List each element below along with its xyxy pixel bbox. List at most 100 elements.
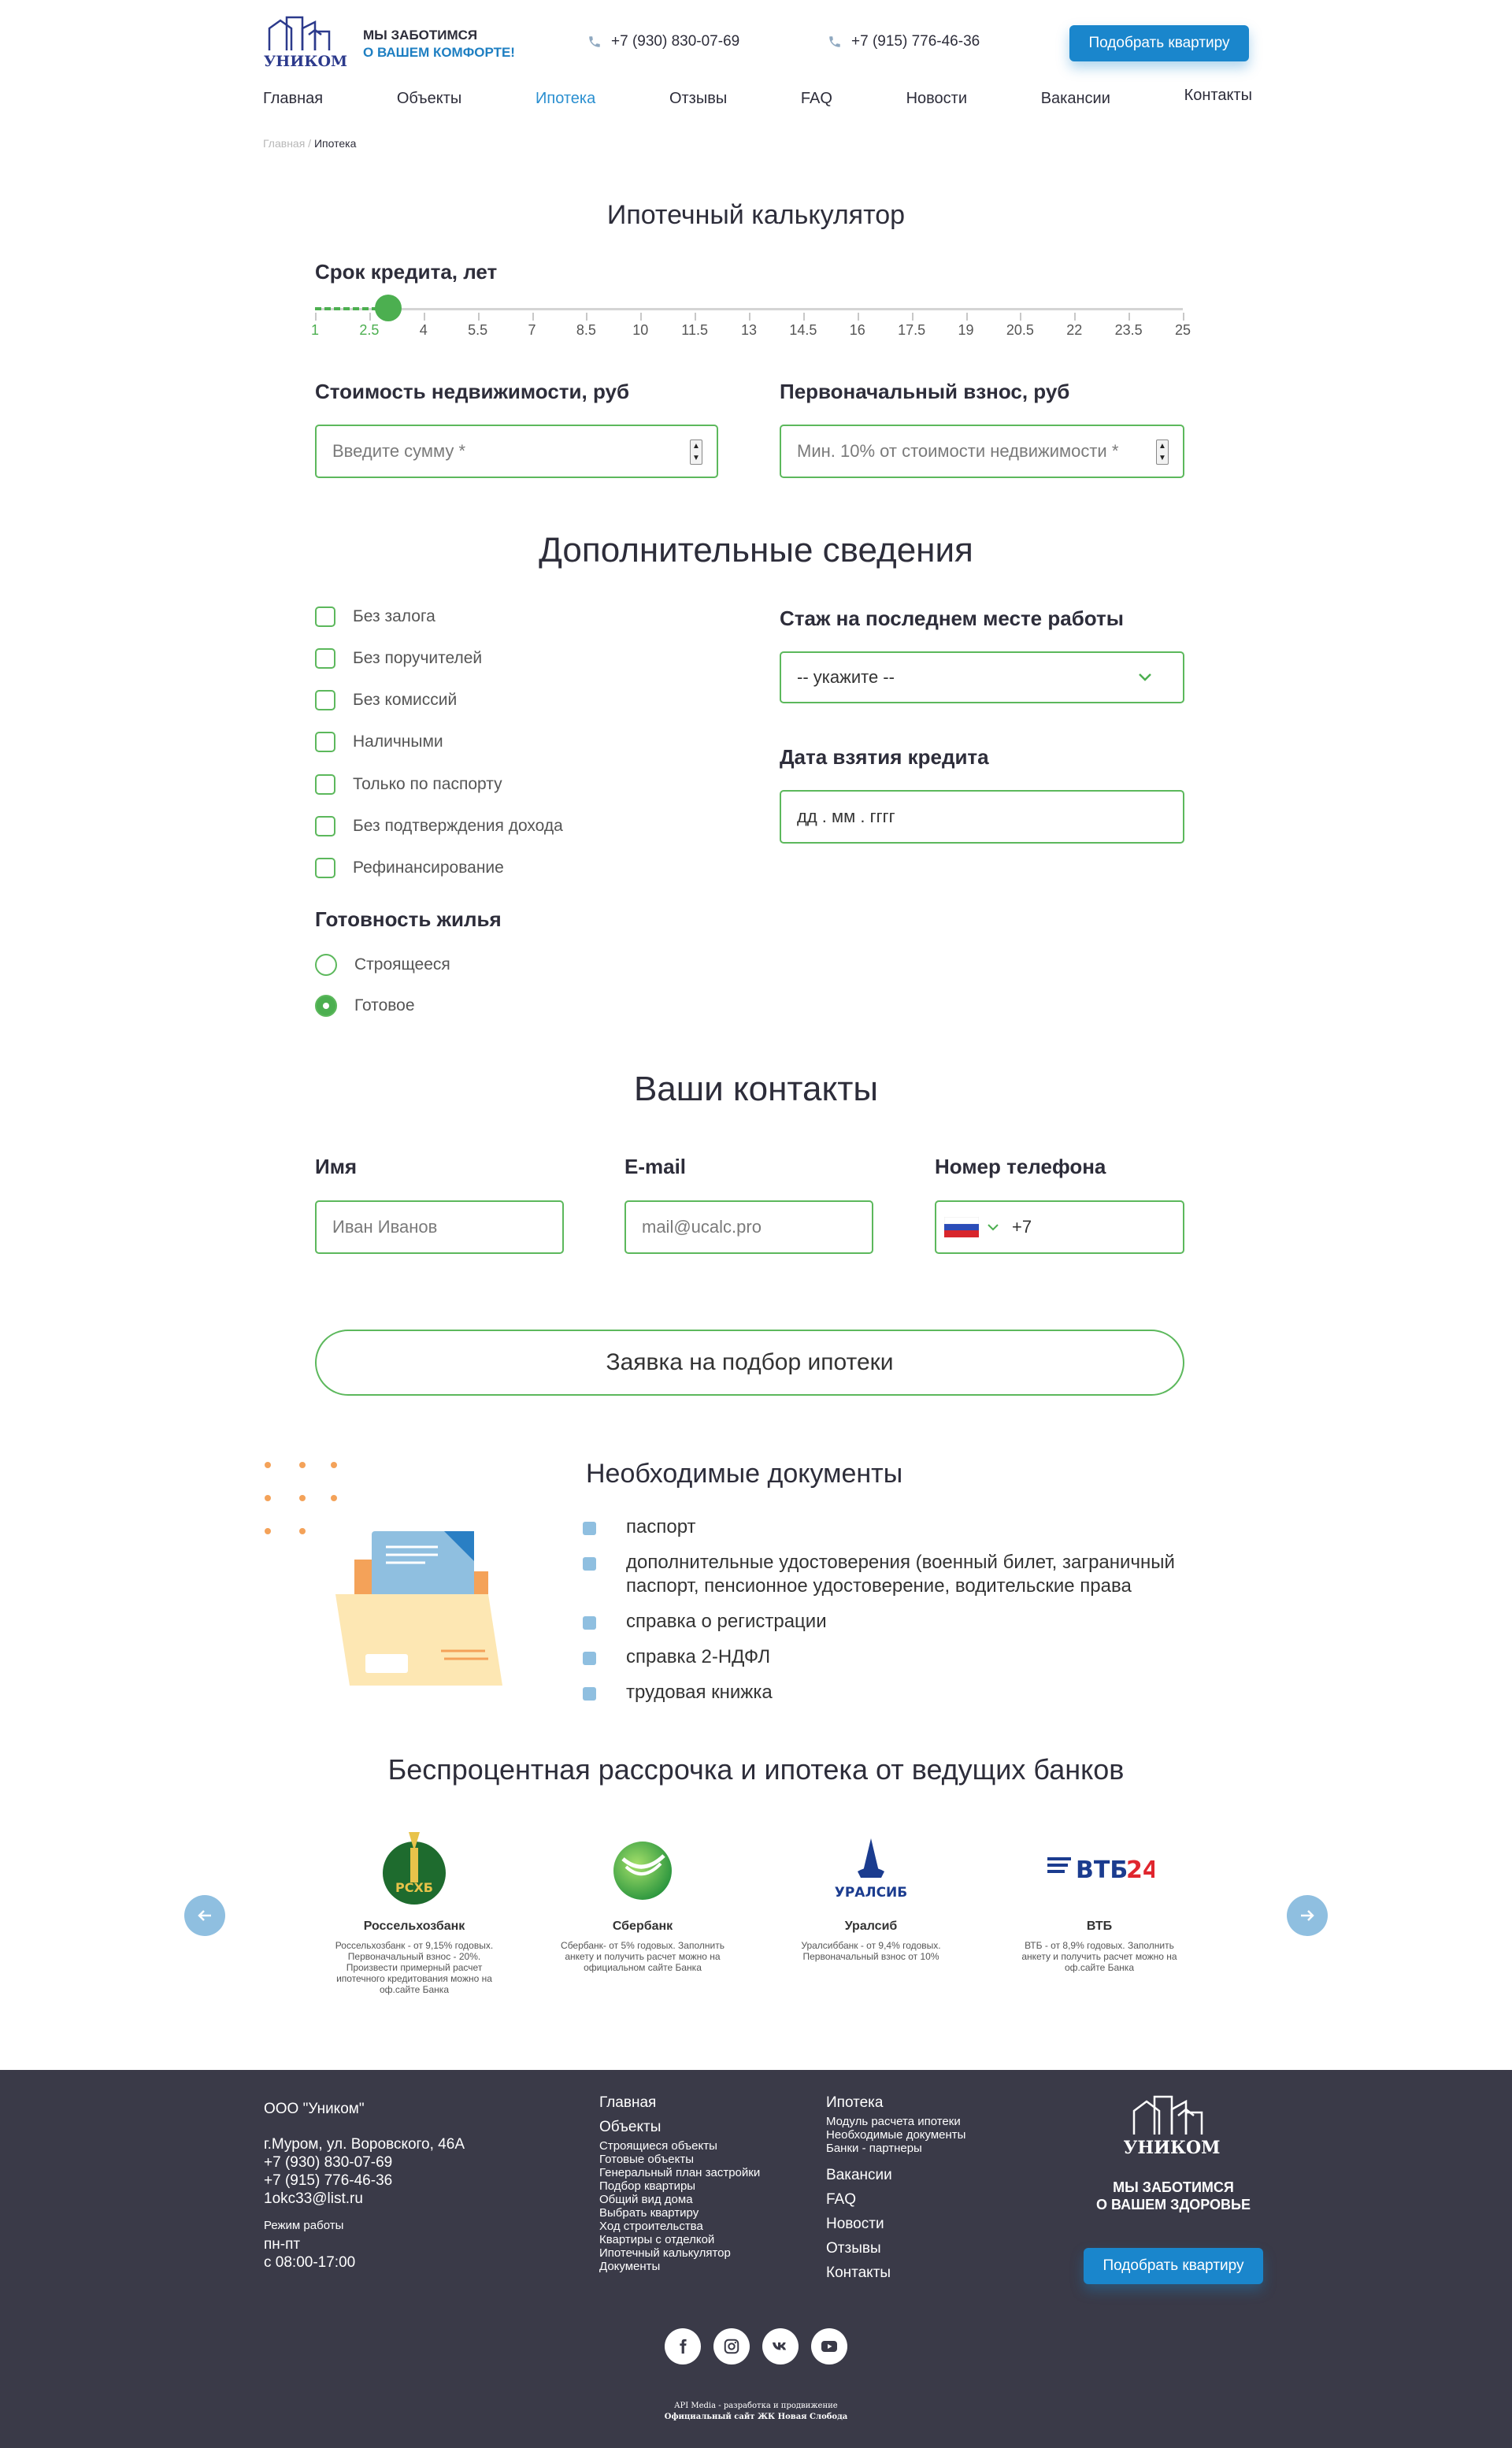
down-payment-spinner[interactable]: ▲ ▼ [1156,440,1169,465]
spin-up-icon[interactable]: ▲ [692,442,700,451]
footer-link-faq[interactable]: FAQ [826,2187,965,2212]
nav-item-faq[interactable]: FAQ [801,90,832,108]
footer-phone-2[interactable]: +7 (915) 776-46-36 [264,2172,465,2190]
footer-sublink[interactable]: Готовые объекты [599,2153,760,2166]
footer-sublink[interactable]: Ход строительства [599,2220,760,2233]
slider-tick-label[interactable]: 8.5 [576,322,596,339]
slider-tick-label[interactable]: 25 [1175,322,1191,339]
bank-card-uralsib[interactable]: УРАЛСИБ Уралсиб Уралсиббанк - от 9,4% го… [784,1827,958,1962]
nav-item-home[interactable]: Главная [263,90,323,108]
checkbox-box[interactable] [315,648,335,669]
credit-official-site[interactable]: Официальный сайт ЖК Новая Слобода [0,2412,1512,2423]
bank-card-sber[interactable]: Сбербанк Сбербанк- от 5% годовых. Заполн… [556,1827,729,1973]
checkbox-no-income-proof[interactable]: Без подтверждения дохода [315,816,563,836]
spin-down-icon[interactable]: ▼ [692,454,700,462]
footer-pick-apartment-button[interactable]: Подобрать квартиру [1084,2248,1263,2284]
radio-circle-selected[interactable] [315,995,337,1017]
footer-sublink[interactable]: Строящиеся объекты [599,2139,760,2153]
footer-link-reviews[interactable]: Отзывы [826,2236,965,2261]
term-slider-track[interactable] [315,308,1183,310]
footer-sublink[interactable]: Необходимые документы [826,2128,965,2142]
checkbox-box[interactable] [315,774,335,795]
phone-number[interactable]: +7 (915) 776-46-36 [851,33,980,50]
bank-card-vtb[interactable]: ВТБ 24 ВТБ ВТБ - от 8,9% годовых. Заполн… [1013,1827,1186,1973]
footer-phone-1[interactable]: +7 (930) 830-07-69 [264,2153,465,2172]
bank-card-rshb[interactable]: РСХБ Россельхозбанк Россельхозбанк - от … [328,1827,501,1995]
slider-tick-label[interactable]: 10 [632,322,648,339]
checkbox-label[interactable]: Без подтверждения дохода [353,817,563,836]
footer-sublink[interactable]: Ипотечный калькулятор [599,2246,760,2260]
spin-up-icon[interactable]: ▲ [1158,442,1166,451]
footer-link-vacancies[interactable]: Вакансии [826,2163,965,2187]
credit-developer[interactable]: API Media - разработка и продвижение [0,2401,1512,2412]
chevron-down-icon[interactable] [987,1222,999,1232]
footer-link-objects[interactable]: Объекты [599,2118,760,2136]
price-input[interactable]: Введите сумму * ▲ ▼ [315,425,718,478]
checkbox-label[interactable]: Наличными [353,733,443,751]
date-input[interactable]: дд . мм . гггг [780,790,1184,844]
name-input[interactable]: Иван Иванов [315,1200,564,1254]
footer-link-home[interactable]: Главная [599,2094,760,2112]
checkbox-box[interactable] [315,690,335,710]
footer-link-contacts[interactable]: Контакты [826,2261,965,2285]
nav-item-contacts[interactable]: Контакты [1184,87,1252,105]
checkbox-box[interactable] [315,816,335,836]
slider-tick-label[interactable]: 2.5 [359,322,379,339]
footer-sublink[interactable]: Подбор квартиры [599,2179,760,2193]
checkbox-no-collateral[interactable]: Без залога [315,606,435,627]
vk-icon[interactable] [762,2328,799,2365]
logo[interactable]: УНИКОМ [263,14,348,69]
checkbox-label[interactable]: Только по паспорту [353,775,502,794]
slider-tick-label[interactable]: 19 [958,322,973,339]
down-payment-input[interactable]: Мин. 10% от стоимости недвижимости * ▲ ▼ [780,425,1184,478]
radio-circle[interactable] [315,954,337,976]
checkbox-label[interactable]: Без комиссий [353,691,457,710]
pick-apartment-button[interactable]: Подобрать квартиру [1069,25,1249,61]
phone-input[interactable]: +7 [935,1200,1184,1254]
checkbox-box[interactable] [315,858,335,878]
radio-under-construction[interactable]: Строящееся [315,954,450,976]
checkbox-passport-only[interactable]: Только по паспорту [315,774,502,795]
radio-ready[interactable]: Готовое [315,995,415,1017]
footer-sublink[interactable]: Генеральный план застройки [599,2166,760,2179]
nav-item-news[interactable]: Новости [906,90,967,108]
russia-flag-icon[interactable] [944,1217,979,1237]
slider-tick-label[interactable]: 14.5 [789,322,817,339]
price-spinner[interactable]: ▲ ▼ [690,440,702,465]
checkbox-box[interactable] [315,606,335,627]
checkbox-label[interactable]: Без поручителей [353,649,482,668]
nav-item-objects[interactable]: Объекты [397,90,461,108]
slider-tick-label[interactable]: 16 [850,322,865,339]
instagram-icon[interactable] [713,2328,750,2365]
youtube-icon[interactable] [811,2328,847,2365]
slider-tick-label[interactable]: 7 [528,322,536,339]
carousel-prev-button[interactable] [184,1895,225,1936]
slider-tick-label[interactable]: 20.5 [1006,322,1034,339]
slider-tick-label[interactable]: 5.5 [468,322,487,339]
slider-tick-label[interactable]: 22 [1066,322,1082,339]
slider-tick-label[interactable]: 17.5 [898,322,925,339]
header-phone-1[interactable]: +7 (930) 830-07-69 [587,33,739,50]
footer-logo[interactable]: УНИКОМ [1123,2090,1221,2158]
slider-tick-label[interactable]: 23.5 [1115,322,1143,339]
checkbox-refinancing[interactable]: Рефинансирование [315,858,504,878]
footer-sublink[interactable]: Квартиры с отделкой [599,2233,760,2246]
radio-label[interactable]: Готовое [354,996,415,1015]
checkbox-box[interactable] [315,732,335,752]
checkbox-no-guarantors[interactable]: Без поручителей [315,648,482,669]
slider-tick-label[interactable]: 1 [311,322,319,339]
footer-sublink[interactable]: Выбрать квартиру [599,2206,760,2220]
header-phone-2[interactable]: +7 (915) 776-46-36 [828,33,980,50]
experience-select[interactable]: -- укажите -- [780,651,1184,703]
mortgage-request-button[interactable]: Заявка на подбор ипотеки [315,1330,1184,1396]
slider-tick-label[interactable]: 11.5 [681,322,708,339]
checkbox-label[interactable]: Рефинансирование [353,859,504,877]
facebook-icon[interactable] [665,2328,701,2365]
breadcrumb-home[interactable]: Главная [263,137,305,150]
email-input[interactable]: mail@ucalc.pro [624,1200,873,1254]
nav-item-reviews[interactable]: Отзывы [669,90,727,108]
footer-email[interactable]: 1okc33@list.ru [264,2190,465,2208]
footer-sublink[interactable]: Общий вид дома [599,2193,760,2206]
nav-item-vacancies[interactable]: Вакансии [1041,90,1110,108]
checkbox-label[interactable]: Без залога [353,607,435,626]
